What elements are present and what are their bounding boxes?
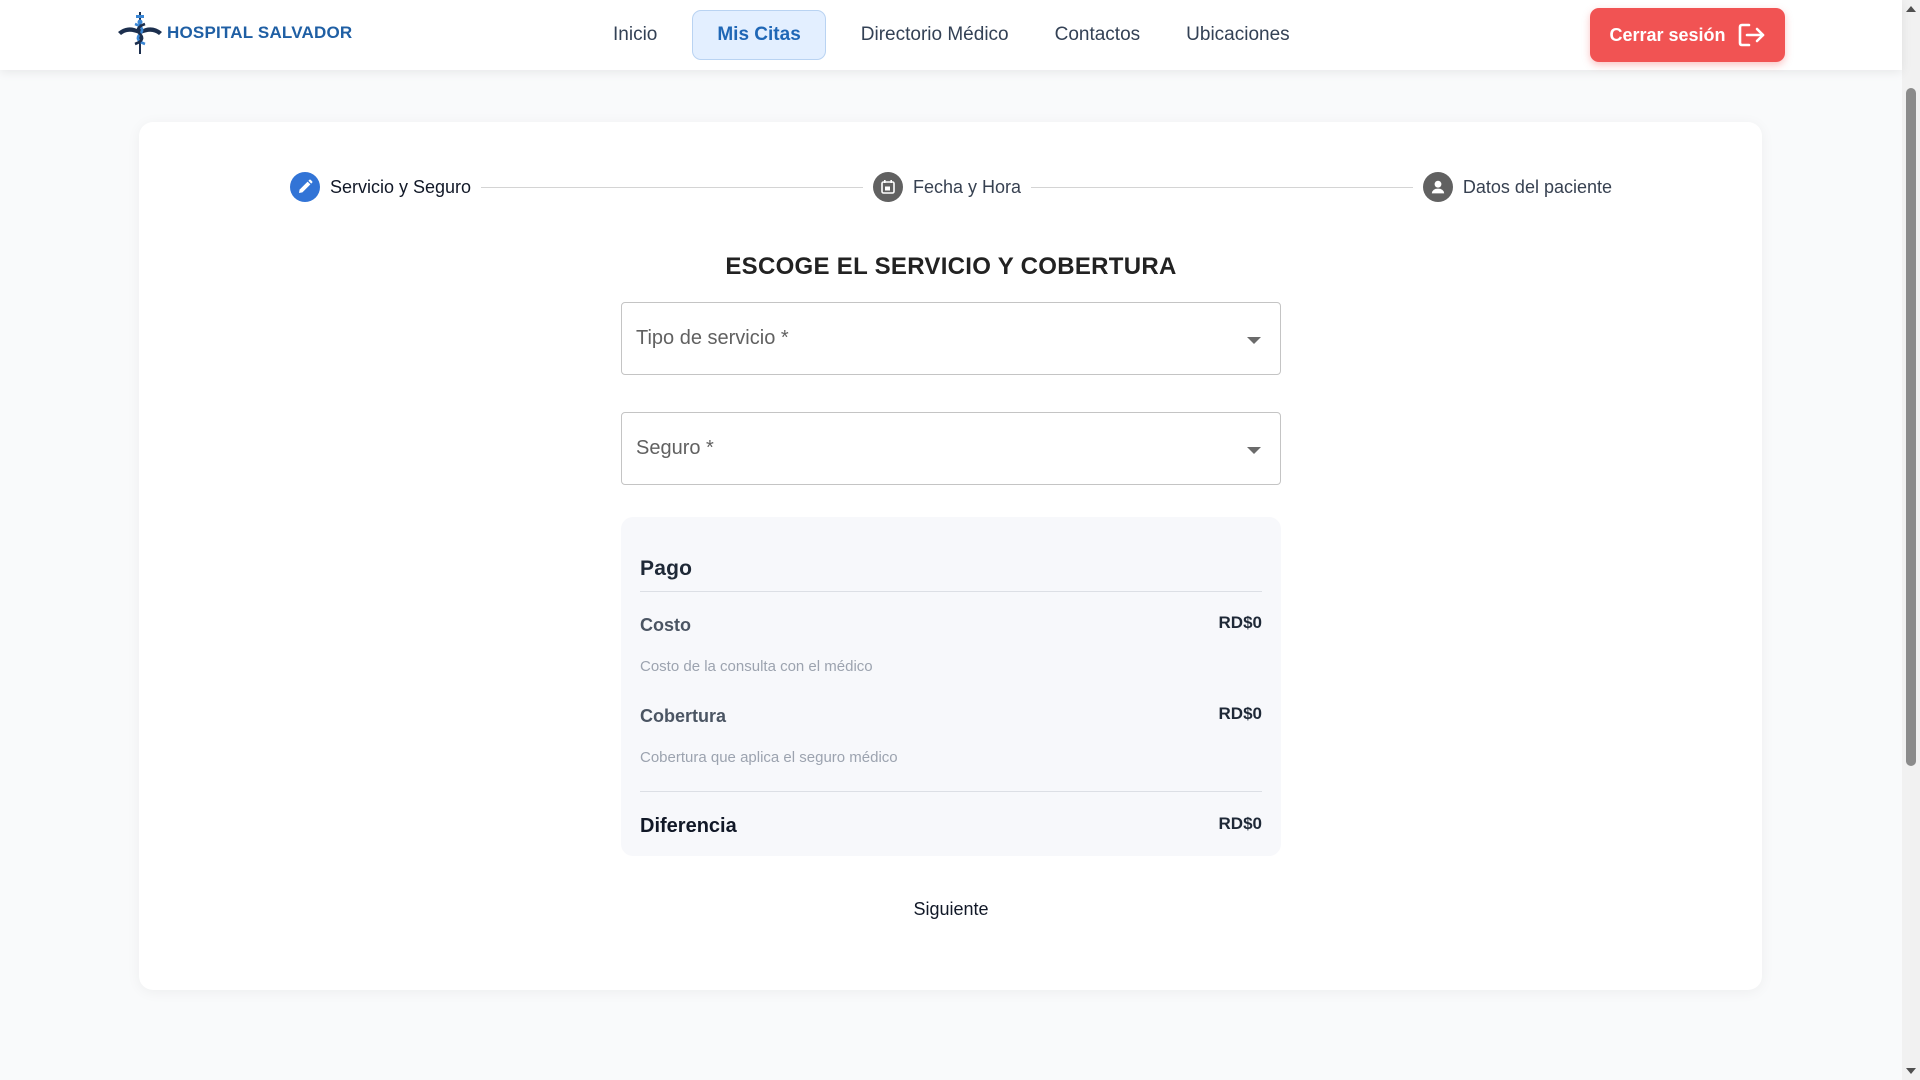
nav-item-directorio-medico[interactable]: Directorio Médico	[838, 10, 1032, 60]
step-label: Servicio y Seguro	[330, 176, 472, 197]
divider	[640, 591, 1262, 592]
main-nav: Inicio Mis Citas Directorio Médico Conta…	[590, 10, 1313, 60]
nav-item-inicio[interactable]: Inicio	[590, 10, 680, 60]
pencil-icon	[290, 172, 320, 202]
payment-summary: Pago Costo RD$0 Costo de la consulta con…	[621, 517, 1281, 856]
coverage-value: RD$0	[1218, 704, 1262, 723]
scroll-thumb[interactable]	[1906, 88, 1916, 766]
booking-stepper: Servicio y Seguro Fecha y Hora Datos del…	[290, 170, 1612, 204]
cost-label: Costo	[640, 615, 691, 635]
divider	[640, 791, 1262, 792]
top-navbar: HOSPITAL SALVADOR Inicio Mis Citas Direc…	[0, 0, 1902, 70]
page-scrollbar[interactable]	[1902, 0, 1920, 1080]
step-fecha-hora[interactable]: Fecha y Hora	[872, 172, 1022, 202]
dropdown-caret-icon	[1247, 447, 1261, 454]
cost-value: RD$0	[1218, 613, 1262, 632]
step-servicio-seguro[interactable]: Servicio y Seguro	[290, 172, 471, 202]
logout-label: Cerrar sesión	[1609, 24, 1726, 45]
calendar-icon	[872, 172, 903, 202]
payment-title: Pago	[640, 557, 693, 580]
step-connector	[1031, 186, 1413, 188]
difference-value: RD$0	[1218, 814, 1262, 833]
form-title: ESCOGE EL SERVICIO Y COBERTURA	[725, 253, 1177, 280]
step-label: Datos del paciente	[1462, 176, 1613, 197]
caduceus-logo-icon	[118, 12, 162, 54]
nav-item-ubicaciones[interactable]: Ubicaciones	[1163, 10, 1313, 60]
service-type-select[interactable]: Tipo de servicio *	[621, 302, 1281, 375]
hospital-logo[interactable]: HOSPITAL SALVADOR	[116, 10, 352, 56]
difference-label: Diferencia	[640, 815, 737, 837]
nav-item-contactos[interactable]: Contactos	[1032, 10, 1164, 60]
next-button[interactable]: Siguiente	[880, 889, 1022, 929]
insurance-select[interactable]: Seguro *	[621, 412, 1281, 485]
coverage-description: Cobertura que aplica el seguro médico	[640, 749, 898, 766]
brand-name: HOSPITAL SALVADOR	[167, 23, 353, 42]
insurance-placeholder: Seguro *	[636, 437, 714, 459]
step-connector	[481, 186, 863, 188]
logout-button[interactable]: Cerrar sesión	[1590, 8, 1785, 62]
scroll-up-icon[interactable]	[1906, 6, 1916, 12]
coverage-label: Cobertura	[640, 706, 727, 726]
service-type-placeholder: Tipo de servicio *	[636, 327, 789, 349]
dropdown-caret-icon	[1247, 337, 1261, 344]
logout-icon	[1738, 23, 1764, 47]
scroll-down-icon[interactable]	[1906, 1068, 1916, 1074]
person-icon	[1422, 172, 1453, 202]
nav-item-mis-citas[interactable]: Mis Citas	[692, 10, 826, 60]
step-label: Fecha y Hora	[912, 176, 1022, 197]
cost-description: Costo de la consulta con el médico	[640, 658, 873, 675]
step-datos-paciente[interactable]: Datos del paciente	[1422, 172, 1613, 202]
